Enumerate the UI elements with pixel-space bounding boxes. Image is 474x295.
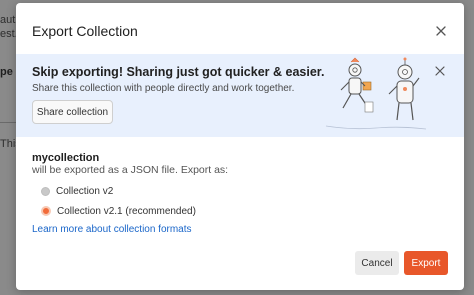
modal-title: Export Collection <box>32 23 138 39</box>
format-option-v2-1[interactable]: Collection v2.1 (recommended) <box>41 204 196 218</box>
share-collection-button[interactable]: Share collection <box>32 100 113 124</box>
export-button[interactable]: Export <box>404 251 448 275</box>
background-text: pe <box>0 66 13 78</box>
astronaut-robots-illustration <box>325 57 427 130</box>
close-icon[interactable] <box>433 23 449 39</box>
learn-more-link[interactable]: Learn more about collection formats <box>32 224 192 235</box>
banner-title: Skip exporting! Sharing just got quicker… <box>32 65 325 79</box>
format-option-v2[interactable]: Collection v2 <box>41 184 113 198</box>
radio-unselected-icon[interactable] <box>41 186 50 196</box>
collection-description: will be exported as a JSON file. Export … <box>32 164 229 176</box>
collection-name: mycollection <box>32 152 100 164</box>
cancel-button[interactable]: Cancel <box>355 251 399 275</box>
export-collection-modal: Export Collection Skip exporting! Sharin… <box>16 3 464 290</box>
radio-selected-icon[interactable] <box>41 206 51 216</box>
format-label: Collection v2.1 (recommended) <box>57 205 196 217</box>
banner-close-icon[interactable] <box>433 64 447 78</box>
background-divider <box>0 122 16 123</box>
banner-text: Share this collection with people direct… <box>32 83 295 94</box>
format-label: Collection v2 <box>56 185 114 197</box>
share-banner: Skip exporting! Sharing just got quicker… <box>16 54 464 137</box>
